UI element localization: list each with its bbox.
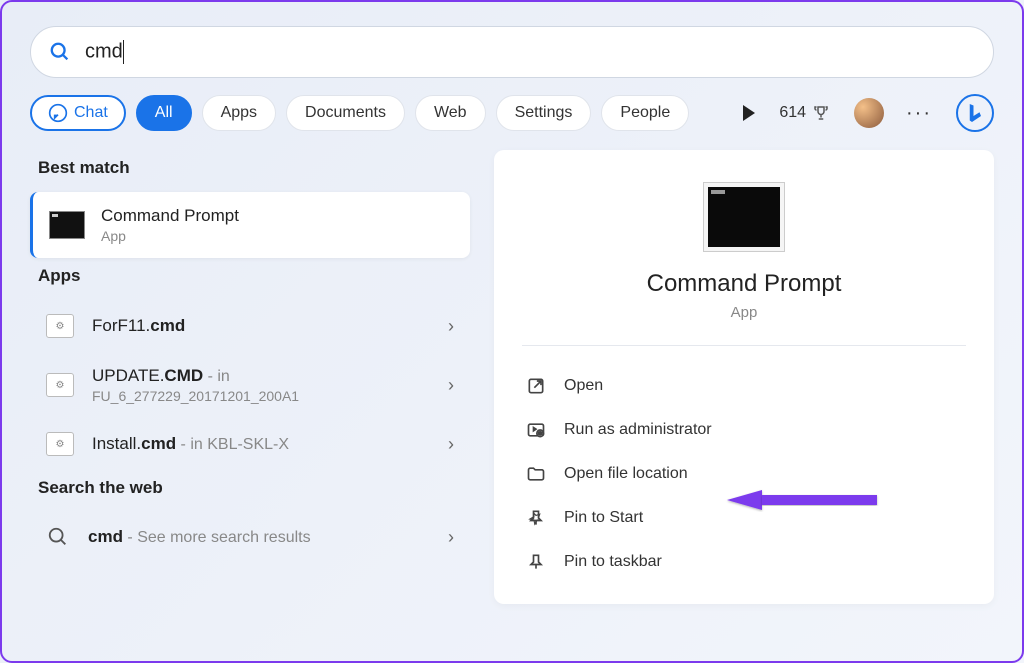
result-title: Command Prompt bbox=[101, 206, 454, 226]
detail-title: Command Prompt bbox=[522, 270, 966, 298]
detail-app-icon bbox=[703, 182, 785, 252]
pin-to-start-action[interactable]: Pin to Start bbox=[522, 496, 966, 540]
pin-icon bbox=[526, 508, 546, 528]
all-filter[interactable]: All bbox=[136, 95, 192, 131]
file-icon bbox=[46, 373, 74, 397]
detail-sub: App bbox=[522, 304, 966, 321]
run-as-admin-action[interactable]: Run as administrator bbox=[522, 408, 966, 452]
chat-filter[interactable]: Chat bbox=[30, 95, 126, 131]
play-icon[interactable] bbox=[743, 105, 755, 121]
apps-header: Apps bbox=[38, 266, 470, 286]
apps-filter[interactable]: Apps bbox=[202, 95, 276, 131]
people-filter[interactable]: People bbox=[601, 95, 689, 131]
pin-icon bbox=[526, 552, 546, 572]
filter-row: Chat All Apps Documents Web Settings Peo… bbox=[2, 94, 1022, 150]
open-icon bbox=[526, 376, 546, 396]
results-panel: Best match Command Prompt App Apps ForF1… bbox=[30, 150, 470, 604]
bing-button[interactable] bbox=[956, 94, 994, 132]
rewards-points[interactable]: 614 bbox=[779, 104, 830, 122]
app-result[interactable]: Install.cmd - in KBL-SKL-X › bbox=[30, 418, 470, 470]
chevron-right-icon: › bbox=[448, 316, 454, 337]
open-file-location-action[interactable]: Open file location bbox=[522, 452, 966, 496]
web-filter[interactable]: Web bbox=[415, 95, 486, 131]
best-match-header: Best match bbox=[38, 158, 470, 178]
open-action[interactable]: Open bbox=[522, 364, 966, 408]
user-avatar[interactable] bbox=[854, 98, 884, 128]
admin-icon bbox=[526, 420, 546, 440]
more-icon[interactable]: ··· bbox=[906, 102, 932, 125]
documents-filter[interactable]: Documents bbox=[286, 95, 405, 131]
settings-filter[interactable]: Settings bbox=[496, 95, 592, 131]
file-icon bbox=[46, 432, 74, 456]
web-result[interactable]: cmd - See more search results › bbox=[30, 512, 470, 562]
trophy-icon bbox=[812, 104, 830, 122]
search-input[interactable]: cmd bbox=[85, 40, 975, 64]
chevron-right-icon: › bbox=[448, 527, 454, 548]
file-icon bbox=[46, 314, 74, 338]
best-match-result[interactable]: Command Prompt App bbox=[30, 192, 470, 258]
divider bbox=[522, 345, 966, 346]
cmd-icon bbox=[49, 211, 85, 239]
result-sub: App bbox=[101, 228, 454, 244]
chevron-right-icon: › bbox=[448, 375, 454, 396]
detail-panel: Command Prompt App Open Run as administr… bbox=[494, 150, 994, 604]
chevron-right-icon: › bbox=[448, 434, 454, 455]
pin-to-taskbar-action[interactable]: Pin to taskbar bbox=[522, 540, 966, 584]
search-bar[interactable]: cmd bbox=[30, 26, 994, 78]
search-icon bbox=[46, 526, 70, 548]
folder-icon bbox=[526, 464, 546, 484]
chat-label: Chat bbox=[74, 104, 108, 122]
chat-icon bbox=[48, 103, 68, 123]
app-result[interactable]: UPDATE.CMD - in FU_6_277229_20171201_200… bbox=[30, 352, 470, 418]
bing-icon bbox=[966, 102, 984, 124]
app-result[interactable]: ForF11.cmd › bbox=[30, 300, 470, 352]
web-header: Search the web bbox=[38, 478, 470, 498]
search-icon bbox=[49, 41, 71, 63]
